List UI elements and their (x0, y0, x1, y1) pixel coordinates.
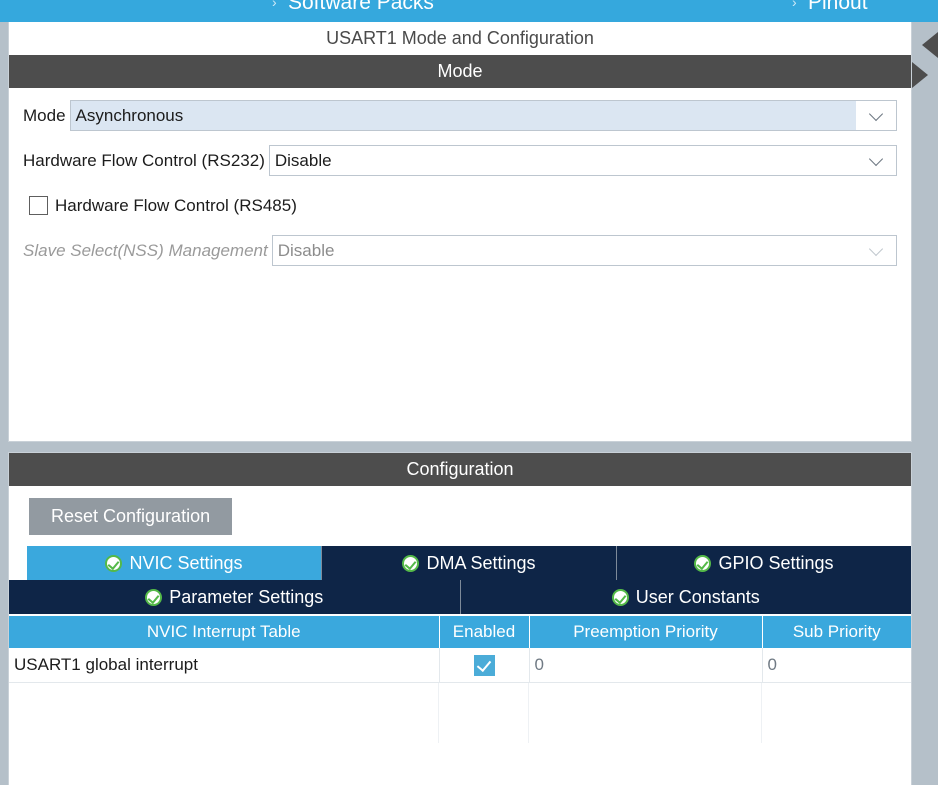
chevron-down-icon-mode[interactable] (856, 101, 896, 130)
green-check-icon-gpio (694, 554, 712, 572)
hardware-flow-control-rs485-checkbox[interactable] (29, 196, 48, 215)
green-check-icon-user-constants (611, 588, 629, 606)
slave-select-nss-management-row: Slave Select(NSS) Management Disable (23, 235, 897, 266)
hardware-flow-control-rs232-row: Hardware Flow Control (RS232) Disable (23, 145, 897, 176)
tab-gpio-settings[interactable]: GPIO Settings (617, 546, 911, 580)
table-empty-area (9, 683, 911, 743)
filler-col-2 (439, 683, 529, 743)
green-check-icon-parameter (145, 588, 163, 606)
mode-form-area: Mode Asynchronous Hardware Flow Control … (9, 88, 911, 266)
configuration-panel: Configuration Reset Configuration NVIC S… (8, 452, 912, 785)
cell-interrupt-name: USART1 global interrupt (9, 648, 440, 683)
tab-parameter-settings-label: Parameter Settings (169, 586, 324, 607)
cell-sub-priority[interactable]: 0 (762, 648, 911, 683)
mode-section-header: Mode (9, 55, 911, 88)
cell-enabled[interactable] (439, 648, 530, 683)
nvic-interrupt-table: NVIC Interrupt Table Enabled Preemption … (9, 616, 911, 683)
tab-user-constants-label: User Constants (635, 586, 760, 607)
hardware-flow-control-rs232-label: Hardware Flow Control (RS232) (23, 150, 265, 170)
configuration-tab-row-2: Parameter Settings User Constants (9, 580, 911, 614)
usart1-global-interrupt-enabled-checkbox[interactable] (473, 654, 495, 676)
usart1-configuration-window: › Software Packs › Pinout USART1 Mode an… (0, 0, 938, 785)
filler-col-3 (529, 683, 762, 743)
filler-col-1 (9, 683, 439, 743)
reset-configuration-button[interactable]: Reset Configuration (29, 498, 233, 535)
tab-dma-settings[interactable]: DMA Settings (322, 546, 617, 580)
slave-select-nss-management-label: Slave Select(NSS) Management (23, 240, 268, 260)
green-check-icon-dma (402, 554, 420, 572)
mode-label: Mode (23, 105, 66, 125)
green-check-icon-nvic (105, 554, 123, 572)
triangle-right-icon[interactable] (912, 62, 928, 88)
cell-preemption-priority[interactable]: 0 (529, 648, 763, 683)
column-header-preemption-priority[interactable]: Preemption Priority (529, 616, 763, 648)
configuration-tabs: NVIC Settings DMA Settings GPIO Settings… (9, 546, 911, 614)
slave-select-nss-management-value: Disable (277, 240, 335, 260)
tab-user-constants[interactable]: User Constants (460, 580, 911, 614)
mode-panel: USART1 Mode and Configuration Mode Mode … (8, 22, 912, 442)
top-tab-pinout[interactable]: Pinout (808, 0, 868, 15)
mode-select[interactable]: Asynchronous (69, 100, 897, 131)
top-tab-strip: › Software Packs › Pinout (0, 0, 938, 22)
configuration-tab-row-1: NVIC Settings DMA Settings GPIO Settings (9, 546, 911, 580)
mode-select-value: Asynchronous (75, 105, 184, 125)
right-collapse-rail (912, 22, 938, 785)
hardware-flow-control-rs485-label: Hardware Flow Control (RS485) (55, 195, 297, 215)
tab-parameter-settings[interactable]: Parameter Settings (9, 580, 461, 614)
tab-dma-settings-label: DMA Settings (426, 552, 536, 573)
hardware-flow-control-rs232-value: Disable (274, 150, 332, 170)
slave-select-nss-management-select: Disable (271, 235, 897, 266)
column-header-sub-priority[interactable]: Sub Priority (762, 616, 911, 648)
page-title: USART1 Mode and Configuration (9, 22, 911, 55)
top-tab-software-packs[interactable]: Software Packs (288, 0, 434, 15)
tab-gpio-settings-label: GPIO Settings (718, 552, 834, 573)
tab-nvic-settings-label: NVIC Settings (129, 552, 243, 573)
tab-nvic-settings[interactable]: NVIC Settings (27, 546, 322, 580)
column-header-nvic-interrupt-table[interactable]: NVIC Interrupt Table (9, 616, 440, 648)
chevron-down-icon-nss (856, 236, 896, 265)
chevron-right-icon-pinout: › (792, 0, 797, 10)
table-row[interactable]: USART1 global interrupt 0 0 (9, 648, 911, 683)
column-header-enabled[interactable]: Enabled (439, 616, 530, 648)
configuration-section-header: Configuration (9, 453, 911, 486)
hardware-flow-control-rs232-select[interactable]: Disable (268, 145, 897, 176)
triangle-left-icon[interactable] (922, 32, 938, 58)
mode-row: Mode Asynchronous (23, 100, 897, 131)
nvic-table-header-row: NVIC Interrupt Table Enabled Preemption … (9, 616, 911, 648)
chevron-right-icon-software-packs: › (272, 0, 277, 10)
hardware-flow-control-rs485-row[interactable]: Hardware Flow Control (RS485) (23, 190, 897, 221)
filler-col-4 (762, 683, 911, 743)
chevron-down-icon-rs232[interactable] (856, 146, 896, 175)
reset-button-wrap: Reset Configuration (9, 486, 911, 535)
